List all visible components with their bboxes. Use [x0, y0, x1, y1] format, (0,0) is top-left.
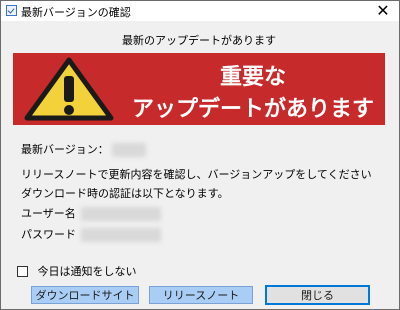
dont-notify-today-option[interactable]: 今日は通知をしない: [17, 263, 137, 279]
latest-version-value-redacted: [112, 143, 147, 157]
title-bar: 最新バージョンの確認 ✕: [1, 1, 399, 21]
close-window-button[interactable]: ✕: [371, 1, 395, 21]
dont-notify-today-label: 今日は通知をしない: [37, 265, 137, 278]
update-panel: 最新のアップデートがあります 重要な アップデートがあります 最新バージョン： …: [9, 26, 389, 252]
close-button[interactable]: 閉じる: [265, 285, 370, 305]
password-value-redacted: [80, 228, 161, 242]
banner-line-2: アップデートがあります: [131, 97, 374, 122]
warning-icon: [24, 57, 114, 121]
dialog-window: 最新バージョンの確認 ✕ 最新のアップデートがあります 重要な アップデートがあ…: [0, 0, 400, 310]
auth-instruction: ダウンロード時の認証は以下となります。: [21, 187, 229, 200]
release-note-instruction: リリースノートで更新内容を確認し、バージョンアップをしてください: [21, 168, 372, 181]
app-check-icon: [6, 5, 17, 16]
latest-version-label: 最新バージョン：: [21, 143, 109, 156]
username-value-redacted: [80, 207, 161, 221]
window-title: 最新バージョンの確認: [21, 6, 131, 19]
username-label: ユーザー名: [21, 207, 76, 220]
release-notes-button[interactable]: リリースノート: [149, 286, 253, 304]
username-row: ユーザー名: [21, 205, 161, 221]
banner-line-1: 重要な: [219, 65, 286, 90]
latest-version-row: 最新バージョン：: [21, 141, 147, 157]
panel-heading: 最新のアップデートがあります: [122, 34, 276, 47]
password-label: パスワード: [21, 228, 76, 241]
update-banner: 重要な アップデートがあります: [13, 53, 385, 125]
password-row: パスワード: [21, 226, 161, 242]
download-site-button[interactable]: ダウンロードサイト: [31, 286, 139, 304]
dont-notify-today-checkbox[interactable]: [17, 266, 28, 277]
